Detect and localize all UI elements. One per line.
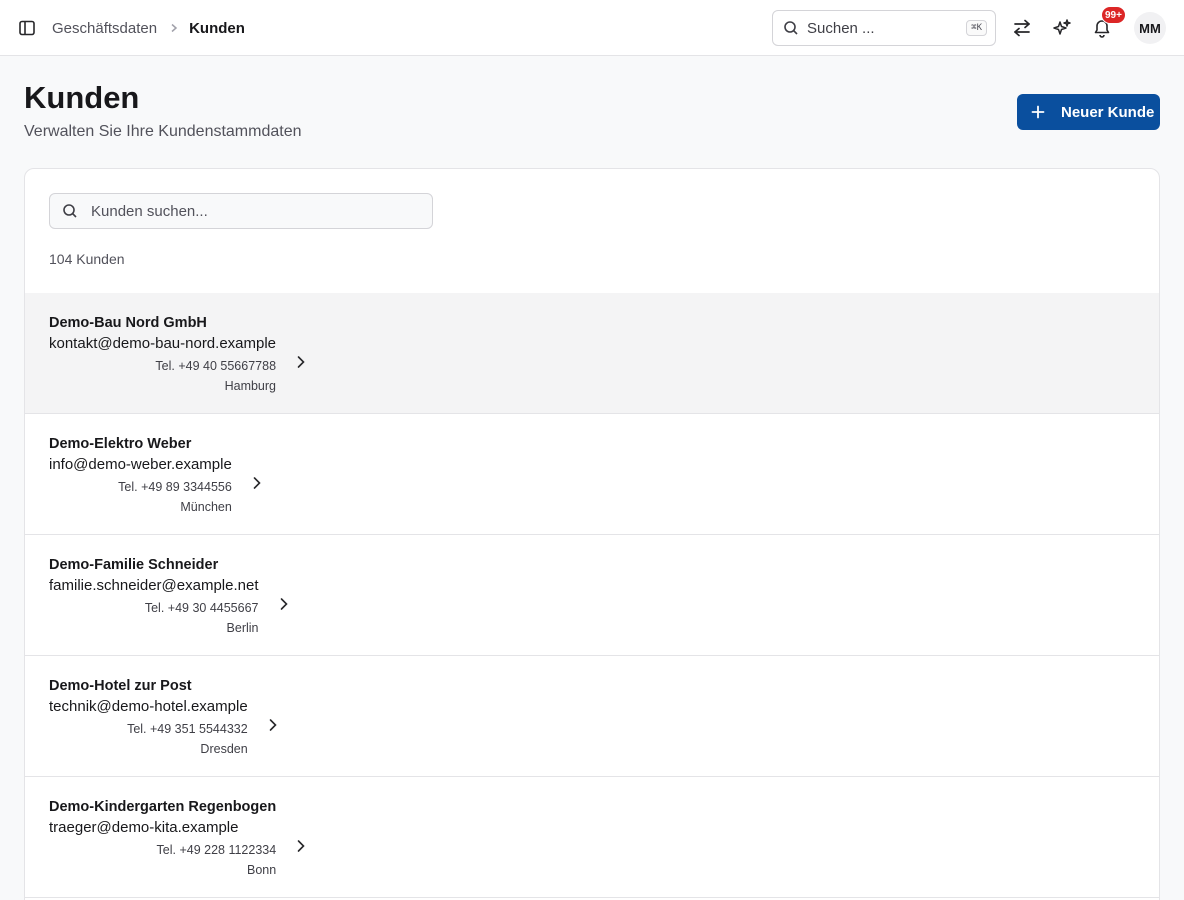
page-title: Kunden (24, 80, 140, 115)
list-item[interactable]: Demo-Hotel zur Post technik@demo-hotel.e… (25, 656, 1159, 777)
customer-email: technik@demo-hotel.example (49, 698, 248, 715)
list-item[interactable]: Demo-Kindergarten Regenbogen traeger@dem… (25, 777, 1159, 898)
customer-email: familie.schneider@example.net (49, 577, 259, 594)
new-customer-label: Neuer Kunde (1061, 103, 1155, 121)
customer-name: Demo-Bau Nord GmbH (49, 315, 207, 331)
breadcrumb-current: Kunden (189, 19, 245, 37)
customer-search-field[interactable] (49, 193, 433, 229)
sparkles-icon[interactable] (1048, 14, 1076, 42)
customer-name: Demo-Kindergarten Regenbogen (49, 799, 277, 815)
plus-icon (1031, 105, 1045, 119)
top-bar: Geschäftsdaten Kunden Suchen ... ⌘K 99+ … (0, 0, 1184, 56)
list-item[interactable]: Demo-Bau Nord GmbH kontakt@demo-bau-nord… (25, 293, 1159, 414)
list-item[interactable]: Demo-Elektro Weber info@demo-weber.examp… (25, 414, 1159, 535)
search-icon (62, 203, 78, 219)
customer-email: kontakt@demo-bau-nord.example (49, 335, 277, 352)
chevron-right-icon (169, 23, 179, 33)
switch-arrows-icon[interactable] (1008, 14, 1036, 42)
customer-search-input[interactable] (91, 202, 411, 220)
list-item[interactable]: Demo-Familie Schneider familie.schneider… (25, 535, 1159, 656)
breadcrumb-parent[interactable]: Geschäftsdaten (52, 20, 157, 37)
customer-phone: Tel. +49 40 55667788 (155, 359, 277, 373)
search-icon (783, 20, 799, 36)
customer-name: Demo-Elektro Weber (49, 436, 192, 452)
customer-list: Demo-Bau Nord GmbH kontakt@demo-bau-nord… (25, 293, 1159, 898)
chevron-right-icon (277, 597, 291, 611)
customer-city: Berlin (226, 621, 259, 635)
shortcut-hint: ⌘K (966, 20, 987, 36)
breadcrumb: Geschäftsdaten Kunden (52, 18, 245, 38)
customer-count: 104 Kunden (49, 251, 125, 267)
customer-city: Dresden (200, 742, 248, 756)
chevron-right-icon (250, 476, 264, 490)
customer-city: München (180, 500, 232, 514)
customer-name: Demo-Hotel zur Post (49, 678, 192, 694)
customer-city: Hamburg (224, 379, 277, 393)
sidebar-toggle-icon[interactable] (16, 17, 38, 39)
customer-phone: Tel. +49 351 5544332 (127, 722, 248, 736)
chevron-right-icon (294, 355, 308, 369)
chevron-right-icon (266, 718, 280, 732)
customer-list-card: 104 Kunden Demo-Bau Nord GmbH kontakt@de… (24, 168, 1160, 900)
chevron-right-icon (294, 839, 308, 853)
avatar[interactable]: MM (1134, 12, 1166, 44)
customer-phone: Tel. +49 228 1122334 (156, 843, 277, 857)
customer-email: traeger@demo-kita.example (49, 819, 239, 836)
global-search-label: Suchen ... (807, 19, 875, 37)
notification-badge: 99+ (1101, 6, 1126, 24)
customer-phone: Tel. +49 89 3344556 (118, 480, 232, 494)
customer-phone: Tel. +49 30 4455667 (144, 601, 259, 615)
new-customer-button[interactable]: Neuer Kunde (1017, 94, 1160, 130)
customer-email: info@demo-weber.example (49, 456, 232, 473)
global-search-button[interactable]: Suchen ... ⌘K (772, 10, 996, 46)
customer-city: Bonn (246, 863, 277, 877)
customer-name: Demo-Familie Schneider (49, 557, 219, 573)
page-subtitle: Verwalten Sie Ihre Kundenstammdaten (24, 123, 302, 140)
